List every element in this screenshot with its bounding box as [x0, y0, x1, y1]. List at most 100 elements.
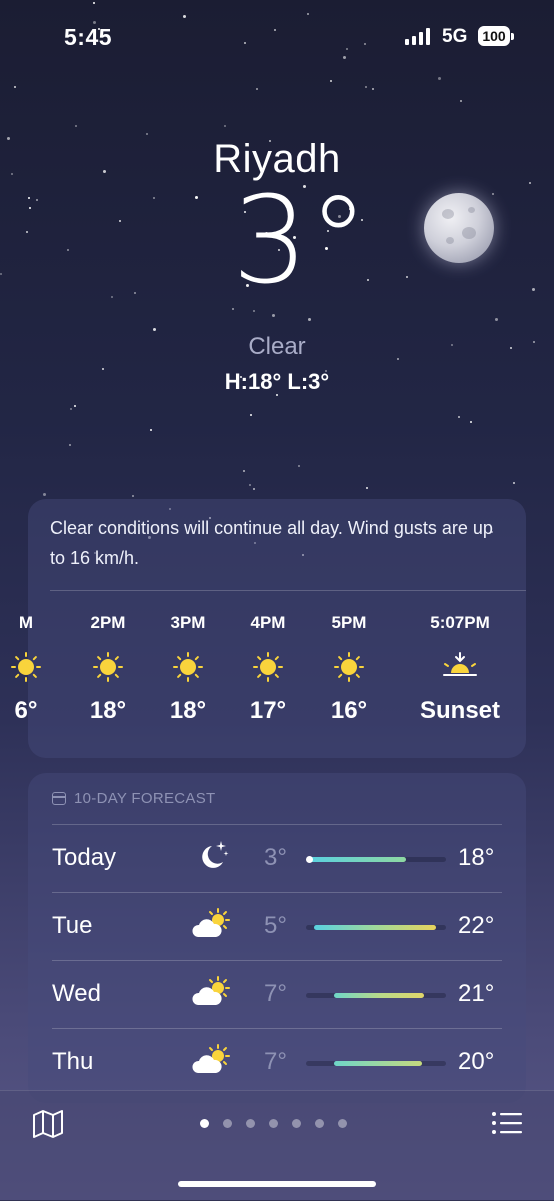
- page-dot[interactable]: [200, 1119, 209, 1128]
- star: [153, 327, 157, 331]
- forecast-header: 10-DAY FORECAST: [52, 790, 215, 807]
- star: [69, 444, 72, 447]
- sun-icon: [11, 652, 41, 682]
- hour-label: 3PM: [170, 613, 206, 632]
- hour-temperature: 18°: [169, 697, 207, 724]
- forecast-day: Wed: [52, 980, 101, 1007]
- star: [0, 272, 3, 275]
- star: [146, 132, 149, 135]
- star: [243, 469, 246, 472]
- hour-label: M: [18, 613, 34, 632]
- hourly-forecast-card[interactable]: Clear conditions will continue all day. …: [11, 499, 526, 758]
- star: [495, 318, 499, 322]
- star: [365, 86, 367, 89]
- hour-label: 5PM: [331, 613, 367, 632]
- temperature-range-bar: [306, 1061, 446, 1066]
- status-time: 5:45: [64, 24, 113, 50]
- star: [252, 488, 255, 491]
- forecast-row[interactable]: Wed 7° 21°: [52, 960, 502, 1028]
- map-icon[interactable]: [32, 1109, 64, 1139]
- weather-summary: Clear conditions will continue all day. …: [50, 518, 493, 568]
- current-temperature: 3°: [232, 172, 369, 311]
- star: [308, 317, 312, 321]
- star: [271, 314, 275, 318]
- star: [75, 125, 78, 128]
- forecast-header-label: 10-DAY FORECAST: [74, 790, 216, 807]
- star: [42, 493, 46, 497]
- hour-label: 2PM: [90, 613, 126, 632]
- hour-temperature: 16°: [330, 697, 368, 724]
- star: [457, 416, 460, 419]
- current-temp-dot: [306, 856, 313, 863]
- temperature-range-bar: [306, 993, 446, 998]
- cellular-signal-icon: [405, 28, 430, 45]
- star: [531, 288, 535, 292]
- star: [119, 220, 122, 223]
- partly-cloudy-icon: [192, 1042, 232, 1083]
- star: [28, 197, 31, 199]
- page-dot[interactable]: [292, 1119, 301, 1128]
- star: [35, 199, 38, 202]
- star: [437, 76, 441, 80]
- page-dot[interactable]: [246, 1119, 255, 1128]
- page-dot[interactable]: [338, 1119, 347, 1128]
- forecast-low: 5°: [264, 912, 287, 939]
- forecast-high: 21°: [458, 980, 495, 1007]
- partly-cloudy-icon: [192, 906, 232, 947]
- hour-temperature: 6°: [14, 697, 38, 724]
- moon-stars-icon: [192, 838, 232, 879]
- star: [224, 125, 227, 127]
- forecast-row[interactable]: Thu 7° 20°: [52, 1028, 502, 1096]
- list-icon[interactable]: [492, 1111, 522, 1135]
- forecast-high: 20°: [458, 1048, 495, 1075]
- sun-icon: [253, 652, 283, 682]
- page-dot[interactable]: [315, 1119, 324, 1128]
- star: [110, 295, 113, 298]
- star: [26, 230, 29, 233]
- forecast-high: 18°: [458, 844, 495, 871]
- star: [134, 292, 137, 295]
- hourly-item: 3PM 18°: [148, 613, 228, 725]
- temperature-range-bar: [306, 856, 446, 863]
- star: [529, 181, 532, 184]
- star: [365, 486, 368, 489]
- page-indicator[interactable]: [200, 1119, 347, 1128]
- home-indicator[interactable]: [178, 1181, 376, 1187]
- hourly-item: 5:07PM Sunset: [412, 613, 508, 725]
- hour-temperature: Sunset: [419, 697, 500, 724]
- star: [469, 420, 472, 423]
- page-dot[interactable]: [269, 1119, 278, 1128]
- star: [66, 248, 69, 251]
- star: [249, 483, 252, 486]
- sun-icon: [93, 652, 123, 682]
- star: [194, 196, 198, 200]
- forecast-low: 3°: [264, 844, 287, 871]
- calendar-icon: [52, 792, 66, 805]
- star: [405, 275, 408, 278]
- forecast-day: Thu: [52, 1048, 94, 1075]
- hour-temperature: 18°: [89, 697, 127, 724]
- partly-cloudy-icon: [192, 974, 232, 1015]
- status-bar: 5:45 5G 100: [0, 0, 554, 74]
- star: [28, 206, 31, 209]
- star: [149, 429, 152, 432]
- forecast-row[interactable]: Tue 5° 22°: [52, 892, 502, 960]
- battery-icon: 100: [478, 26, 514, 46]
- star: [492, 192, 495, 195]
- forecast-day: Today: [52, 844, 117, 871]
- high-low: H:18° L:3°: [224, 369, 330, 394]
- temperature-range-bar: [306, 925, 446, 930]
- forecast-high: 22°: [458, 912, 495, 939]
- sun-icon: [334, 652, 364, 682]
- sunset-icon: [442, 651, 478, 684]
- ten-day-forecast-card[interactable]: 10-DAY FORECAST Today 3° 18° Tue 5° 22° Wed 7° 2…: [28, 773, 526, 1103]
- sun-icon: [173, 652, 203, 682]
- star: [152, 197, 155, 200]
- star: [74, 405, 77, 408]
- forecast-row[interactable]: Today 3° 18°: [52, 824, 502, 892]
- star: [256, 87, 259, 90]
- page-dot[interactable]: [223, 1119, 232, 1128]
- network-type: 5G: [442, 26, 468, 47]
- star: [70, 407, 73, 410]
- hourly-item: 4PM 17°: [228, 613, 308, 725]
